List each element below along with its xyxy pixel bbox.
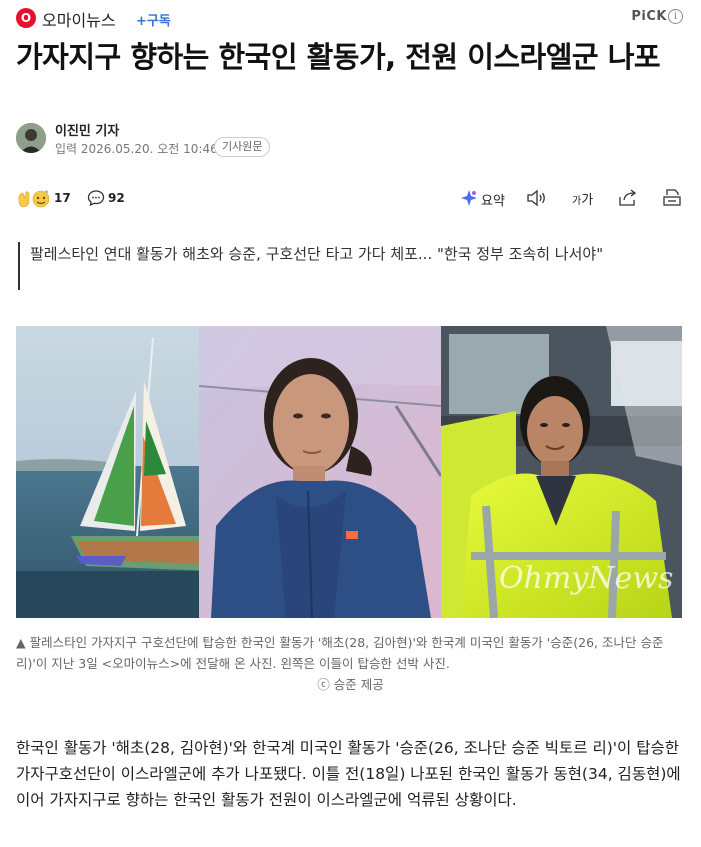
press-name[interactable]: 오마이뉴스 <box>42 7 116 31</box>
ai-summary-icon[interactable] <box>460 189 478 207</box>
font-size-large-label: 가 <box>581 193 594 208</box>
photo-watermark: OhmyNews <box>499 561 673 596</box>
comment-icon[interactable] <box>87 189 105 207</box>
press-header: O 오마이뉴스 +구독 PiCK i <box>0 0 701 36</box>
font-size-button[interactable]: 가가 <box>572 189 593 208</box>
article-photo[interactable]: OhmyNews <box>16 326 682 618</box>
original-article-button[interactable]: 기사원문 <box>214 137 271 157</box>
speaker-icon[interactable] <box>525 188 547 208</box>
pick-label: PiCK <box>631 9 667 24</box>
reaction-count: 17 <box>54 191 71 205</box>
press-logo[interactable]: O <box>16 8 36 28</box>
info-icon[interactable]: i <box>668 9 683 24</box>
comment-count: 92 <box>108 191 125 205</box>
article-body-paragraph: 한국인 활동가 '해초(28, 김아현)'와 한국계 미국인 활동가 '승준(2… <box>16 739 681 809</box>
summary-button[interactable]: 요약 <box>481 190 505 209</box>
quote-bar <box>18 242 20 290</box>
font-size-small-label: 가 <box>572 196 582 207</box>
photo-credit: ⓒ 승준 제공 <box>317 677 384 692</box>
share-icon[interactable] <box>617 188 639 208</box>
summary-quote: 팔레스타인 연대 활동가 해초와 승준, 구호선단 타고 가다 체포... "한… <box>30 245 604 263</box>
published-date: 입력 2026.05.20. 오전 10:46 <box>55 142 218 156</box>
reaction-emoji-icon[interactable] <box>16 189 52 209</box>
reporter-name[interactable]: 이진민 기자 <box>55 120 119 139</box>
article-headline: 가자지구 향하는 한국인 활동가, 전원 이스라엘군 나포 <box>16 40 661 74</box>
article-toolbar: 17 92 요약 가가 <box>0 186 701 212</box>
photo-caption: ▲ 팔레스타인 가자지구 구호선단에 탑승한 한국인 활동가 '해초(28, 김… <box>16 635 664 671</box>
reporter-avatar[interactable] <box>16 123 46 153</box>
print-icon[interactable] <box>661 188 683 208</box>
subscribe-button[interactable]: +구독 <box>136 10 171 29</box>
